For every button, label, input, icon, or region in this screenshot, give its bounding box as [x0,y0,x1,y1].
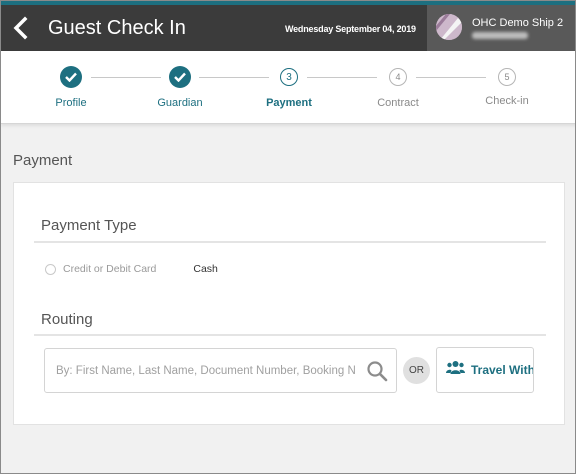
step-payment[interactable]: 3 Payment [244,66,334,109]
step-number: 3 [280,68,298,86]
option-credit-card[interactable]: Credit or Debit Card [63,263,156,275]
step-label: Profile [55,97,87,109]
step-label: Payment [266,97,312,109]
current-date: Wednesday September 04, 2019 [285,24,416,34]
group-users-icon [446,360,465,380]
payment-type-options: Credit or Debit Card Cash [45,263,218,275]
search-icon[interactable] [366,360,388,382]
app-header: Guest Check In Wednesday September 04, 2… [1,5,575,51]
travel-with-button[interactable]: Travel With [436,347,534,393]
ship-name: OHC Demo Ship 2 [472,17,564,29]
payment-card: Payment Type Credit or Debit Card Cash R… [13,182,565,425]
divider [34,241,546,243]
back-chevron-icon[interactable] [11,16,31,40]
user-name-redacted [472,32,528,39]
step-check-in[interactable]: 5 Check-in [462,66,552,107]
step-number: 5 [498,68,516,86]
or-badge: OR [403,357,430,384]
step-label: Check-in [485,95,529,107]
routing-heading: Routing [41,311,93,328]
option-cash[interactable]: Cash [193,263,218,275]
step-label: Guardian [157,97,203,109]
step-guardian[interactable]: Guardian [135,66,225,109]
section-title: Payment [13,152,73,169]
step-label: Contract [377,97,419,109]
check-icon [169,66,191,88]
check-icon [60,66,82,88]
guest-search-field[interactable]: By: First Name, Last Name, Document Numb… [44,348,397,393]
step-profile[interactable]: Profile [26,66,116,109]
payment-type-heading: Payment Type [41,217,137,234]
app-frame: Guest Check In Wednesday September 04, 2… [0,0,576,474]
step-number: 4 [389,68,407,86]
step-contract[interactable]: 4 Contract [353,66,443,109]
user-menu[interactable]: OHC Demo Ship 2 [427,5,575,51]
radio-credit-card[interactable] [45,263,56,275]
search-input[interactable]: By: First Name, Last Name, Document Numb… [56,365,366,377]
avatar [436,14,462,40]
divider [34,334,546,336]
travel-with-label: Travel With [471,363,534,377]
progress-stepper: Profile Guardian 3 Payment 4 Contract 5 … [1,51,575,124]
page-title: Guest Check In [48,17,186,39]
